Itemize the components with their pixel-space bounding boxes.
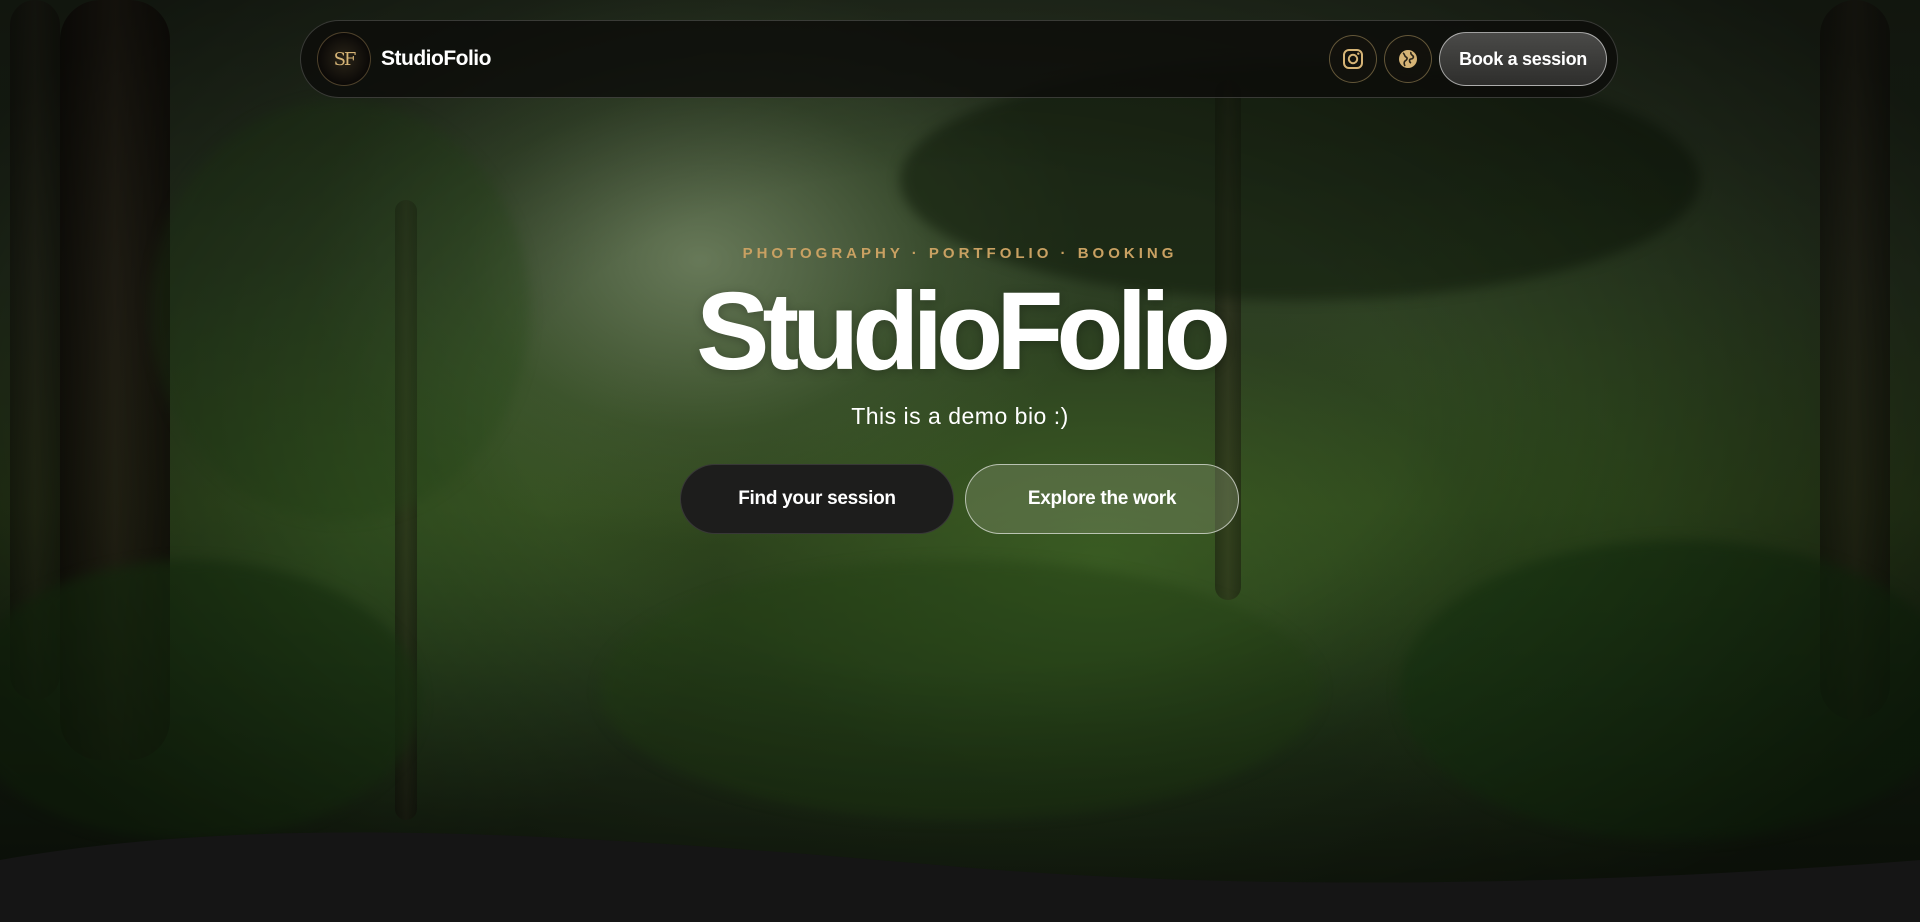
brand-name[interactable]: StudioFolio <box>381 47 491 71</box>
foliage <box>600 560 1320 820</box>
hero-eyebrow: PHOTOGRAPHY · PORTFOLIO · BOOKING <box>742 245 1178 262</box>
foliage <box>0 560 420 840</box>
find-session-button[interactable]: Find your session <box>680 464 954 534</box>
instagram-icon <box>1343 49 1364 69</box>
language-button[interactable] <box>1384 35 1433 83</box>
book-session-button[interactable]: Book a session <box>1439 32 1607 86</box>
brand-logo-monogram: SF <box>333 48 357 70</box>
hero-bio: This is a demo bio :) <box>851 403 1069 429</box>
globe-icon <box>1399 50 1418 68</box>
foliage <box>1400 540 1920 840</box>
top-navbar: SF StudioFolio Book a session <box>300 20 1618 98</box>
hero-title: StudioFolio <box>696 270 1231 393</box>
instagram-button[interactable] <box>1329 35 1378 83</box>
hero-section: SF StudioFolio Book a session PHOTOGRAPH… <box>0 0 1920 922</box>
hero-cta-group: Find your session Explore the work <box>680 464 1239 534</box>
explore-work-button[interactable]: Explore the work <box>965 464 1239 534</box>
brand-logo[interactable]: SF <box>317 32 371 86</box>
section-wave-divider <box>0 832 1920 922</box>
